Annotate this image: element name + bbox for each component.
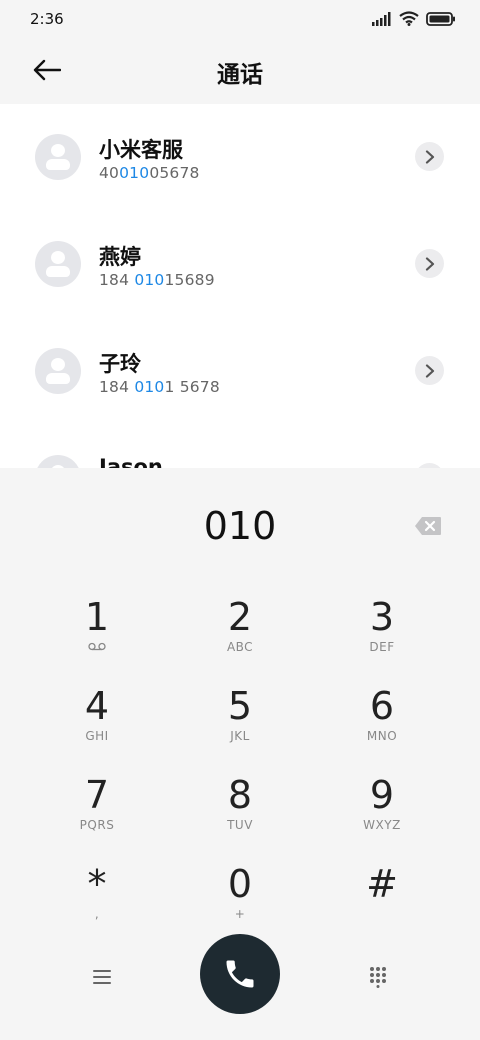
contact-item[interactable]: Jason	[0, 425, 480, 468]
key-hash[interactable]: #	[322, 863, 442, 935]
keypad-toggle-button[interactable]	[358, 960, 398, 994]
menu-button[interactable]	[82, 960, 122, 994]
key-8[interactable]: 8 TUV	[180, 774, 300, 846]
contact-item[interactable]: 小米客服 4001005678	[0, 104, 480, 211]
chevron-right-icon	[425, 149, 434, 164]
dialer-panel: 010 1 2 ABC 3 DEF 4 GHI 5 JKL 6 MNO 7 PQ…	[0, 468, 480, 1040]
chevron-right-icon	[425, 363, 434, 378]
backspace-icon	[415, 517, 441, 535]
key-1[interactable]: 1	[37, 596, 157, 668]
contact-detail-button[interactable]	[415, 356, 444, 385]
status-icons	[372, 11, 456, 26]
contact-item[interactable]: 子玲 184 0101 5678	[0, 318, 480, 425]
voicemail-icon	[88, 642, 106, 651]
key-9[interactable]: 9 WXYZ	[322, 774, 442, 846]
call-button[interactable]	[200, 934, 280, 1014]
dialer-bottom-bar	[0, 934, 480, 1020]
avatar	[35, 455, 81, 468]
status-bar: 2:36	[0, 0, 480, 38]
backspace-button[interactable]	[414, 516, 442, 536]
key-5[interactable]: 5 JKL	[180, 685, 300, 757]
key-6[interactable]: 6 MNO	[322, 685, 442, 757]
chevron-right-icon	[425, 256, 434, 271]
contact-name: 子玲	[99, 352, 141, 376]
contact-number: 184 01015689	[99, 271, 215, 289]
contact-name: 燕婷	[99, 245, 141, 269]
menu-icon	[93, 970, 111, 984]
contact-name: 小米客服	[99, 138, 183, 162]
status-time: 2:36	[30, 10, 64, 28]
phone-icon	[226, 960, 254, 988]
contact-name: Jason	[99, 455, 163, 468]
key-3[interactable]: 3 DEF	[322, 596, 442, 668]
signal-icon	[372, 11, 391, 26]
avatar	[35, 348, 81, 394]
contact-list: 小米客服 4001005678 燕婷 184 01015689 子玲 184 0…	[0, 104, 480, 468]
key-2[interactable]: 2 ABC	[180, 596, 300, 668]
contact-detail-button[interactable]	[415, 142, 444, 171]
battery-icon	[426, 11, 455, 26]
avatar	[35, 134, 81, 180]
key-7[interactable]: 7 PQRS	[37, 774, 157, 846]
key-4[interactable]: 4 GHI	[37, 685, 157, 757]
avatar	[35, 241, 81, 287]
contact-number: 184 0101 5678	[99, 378, 220, 396]
dialed-number: 010	[203, 504, 277, 548]
contact-number: 4001005678	[99, 164, 200, 182]
wifi-icon	[399, 11, 419, 26]
contact-detail-button[interactable]	[415, 249, 444, 278]
contact-item[interactable]: 燕婷 184 01015689	[0, 211, 480, 318]
dialpad-icon	[370, 967, 386, 988]
header: 通话	[0, 38, 480, 104]
key-0[interactable]: 0 +	[180, 863, 300, 935]
key-star[interactable]: * ,	[37, 863, 157, 935]
page-title: 通话	[217, 62, 263, 88]
